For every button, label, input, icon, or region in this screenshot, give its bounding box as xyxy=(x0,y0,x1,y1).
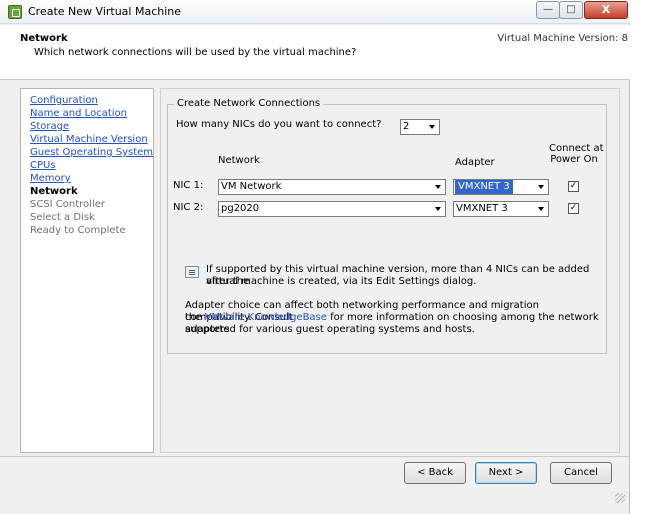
network-connections-group: Create Network Connections How many NICs… xyxy=(167,98,607,354)
vmware-knowledgebase-link[interactable]: VMware KnowledgeBase xyxy=(205,312,327,323)
nav-step-vm-version[interactable]: Virtual Machine Version xyxy=(30,134,148,146)
minimize-button[interactable]: — xyxy=(536,1,560,19)
nav-step-storage[interactable]: Storage xyxy=(30,121,69,133)
nav-step-name-location[interactable]: Name and Location xyxy=(30,108,127,120)
page-subtitle: Which network connections will be used b… xyxy=(34,47,357,58)
chevron-down-icon xyxy=(534,180,548,194)
adapter-column-header: Adapter xyxy=(455,157,495,168)
nic1-adapter-value: VMXNET 3 xyxy=(455,180,513,194)
vm-app-icon xyxy=(8,5,22,19)
nav-step-network: Network xyxy=(30,186,78,197)
adapter-note-line3: supported for various guest operating sy… xyxy=(185,324,475,335)
wizard-header: Network Which network connections will b… xyxy=(0,25,630,80)
nic2-connect-checkbox[interactable]: ✓ xyxy=(568,203,579,214)
nic2-adapter-select[interactable]: VMXNET 3 xyxy=(453,201,549,217)
maximize-button[interactable]: □ xyxy=(559,1,583,19)
info-icon xyxy=(185,266,199,278)
info-text-line2: virtual machine is created, via its Edit… xyxy=(206,276,477,287)
chevron-down-icon xyxy=(534,202,548,216)
nav-step-guest-os[interactable]: Guest Operating System xyxy=(30,147,153,159)
connect-column-header-line2: Power On xyxy=(550,154,598,165)
nic2-label: NIC 2: xyxy=(173,202,204,213)
page-title: Network xyxy=(20,33,68,44)
vm-version-label: Virtual Machine Version: 8 xyxy=(497,33,628,44)
nav-step-ready: Ready to Complete xyxy=(30,225,126,236)
nic2-network-value: pg2020 xyxy=(221,203,260,214)
footer-divider xyxy=(0,456,630,457)
chevron-down-icon xyxy=(425,120,439,134)
nav-step-cpus[interactable]: CPUs xyxy=(30,160,56,172)
nic-count-value: 2 xyxy=(403,121,410,132)
chevron-down-icon xyxy=(431,202,445,216)
content-panel: Create Network Connections How many NICs… xyxy=(160,88,620,453)
next-button[interactable]: Next > xyxy=(475,462,537,484)
nav-step-scsi-controller: SCSI Controller xyxy=(30,199,105,210)
nic-count-select[interactable]: 2 xyxy=(400,119,440,135)
cancel-button[interactable]: Cancel xyxy=(550,462,612,484)
nic2-network-select[interactable]: pg2020 xyxy=(218,201,446,217)
nic1-adapter-select[interactable]: VMXNET 3 xyxy=(453,179,549,195)
adapter-note-pre: the xyxy=(185,312,205,323)
window-title: Create New Virtual Machine xyxy=(28,5,182,18)
nav-step-memory[interactable]: Memory xyxy=(30,173,71,185)
nic1-label: NIC 1: xyxy=(173,180,204,191)
title-bar: Create New Virtual Machine — □ X xyxy=(0,0,630,24)
back-button[interactable]: < Back xyxy=(404,462,466,484)
close-button[interactable]: X xyxy=(584,1,628,19)
nav-step-configuration[interactable]: Configuration xyxy=(30,95,98,107)
wizard-window: Create New Virtual Machine — □ X Network… xyxy=(0,0,630,514)
connect-column-header-line1: Connect at xyxy=(549,143,604,154)
nav-step-select-disk: Select a Disk xyxy=(30,212,95,223)
nic1-network-value: VM Network xyxy=(221,181,282,192)
nic2-adapter-value: VMXNET 3 xyxy=(456,203,508,214)
group-legend: Create Network Connections xyxy=(174,98,324,109)
resize-grip-icon[interactable] xyxy=(614,492,626,504)
chevron-down-icon xyxy=(431,180,445,194)
nic1-connect-checkbox[interactable]: ✓ xyxy=(568,181,579,192)
nic1-network-select[interactable]: VM Network xyxy=(218,179,446,195)
network-column-header: Network xyxy=(218,155,260,166)
wizard-steps-nav: Configuration Name and Location Storage … xyxy=(20,88,154,453)
nic-count-label: How many NICs do you want to connect? xyxy=(176,119,382,130)
